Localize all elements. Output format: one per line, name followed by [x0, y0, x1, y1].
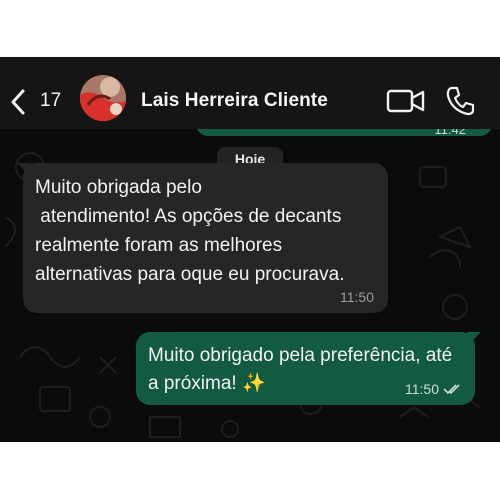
sparkles-emoji: ✨: [241, 373, 266, 394]
video-call-icon: [386, 89, 425, 113]
chat-header: 17 Lais Herreira Cliente: [0, 57, 500, 129]
double-check-icon: [443, 384, 460, 395]
contact-name[interactable]: Lais Herreira Cliente: [141, 90, 328, 112]
message-text: Muito obrigada pelo atendimento! As opçõ…: [35, 177, 345, 285]
message-time: 11:50: [340, 289, 374, 305]
outgoing-message-bubble[interactable]: Muito obrigado pela preferência, até a p…: [136, 332, 475, 405]
message-time: 11:50: [405, 381, 439, 397]
chevron-left-icon: [11, 89, 25, 115]
chat-screen: 17 Lais Herreira Cliente 11:42 Hoje Muit…: [0, 57, 500, 442]
unread-count[interactable]: 17: [40, 90, 61, 112]
voice-call-button[interactable]: [444, 85, 476, 117]
incoming-message-bubble[interactable]: Muito obrigada pelo atendimento! As opçõ…: [23, 163, 388, 313]
video-call-button[interactable]: [386, 87, 426, 115]
back-button[interactable]: [10, 87, 38, 117]
avatar[interactable]: [80, 75, 126, 121]
phone-icon: [446, 86, 475, 116]
